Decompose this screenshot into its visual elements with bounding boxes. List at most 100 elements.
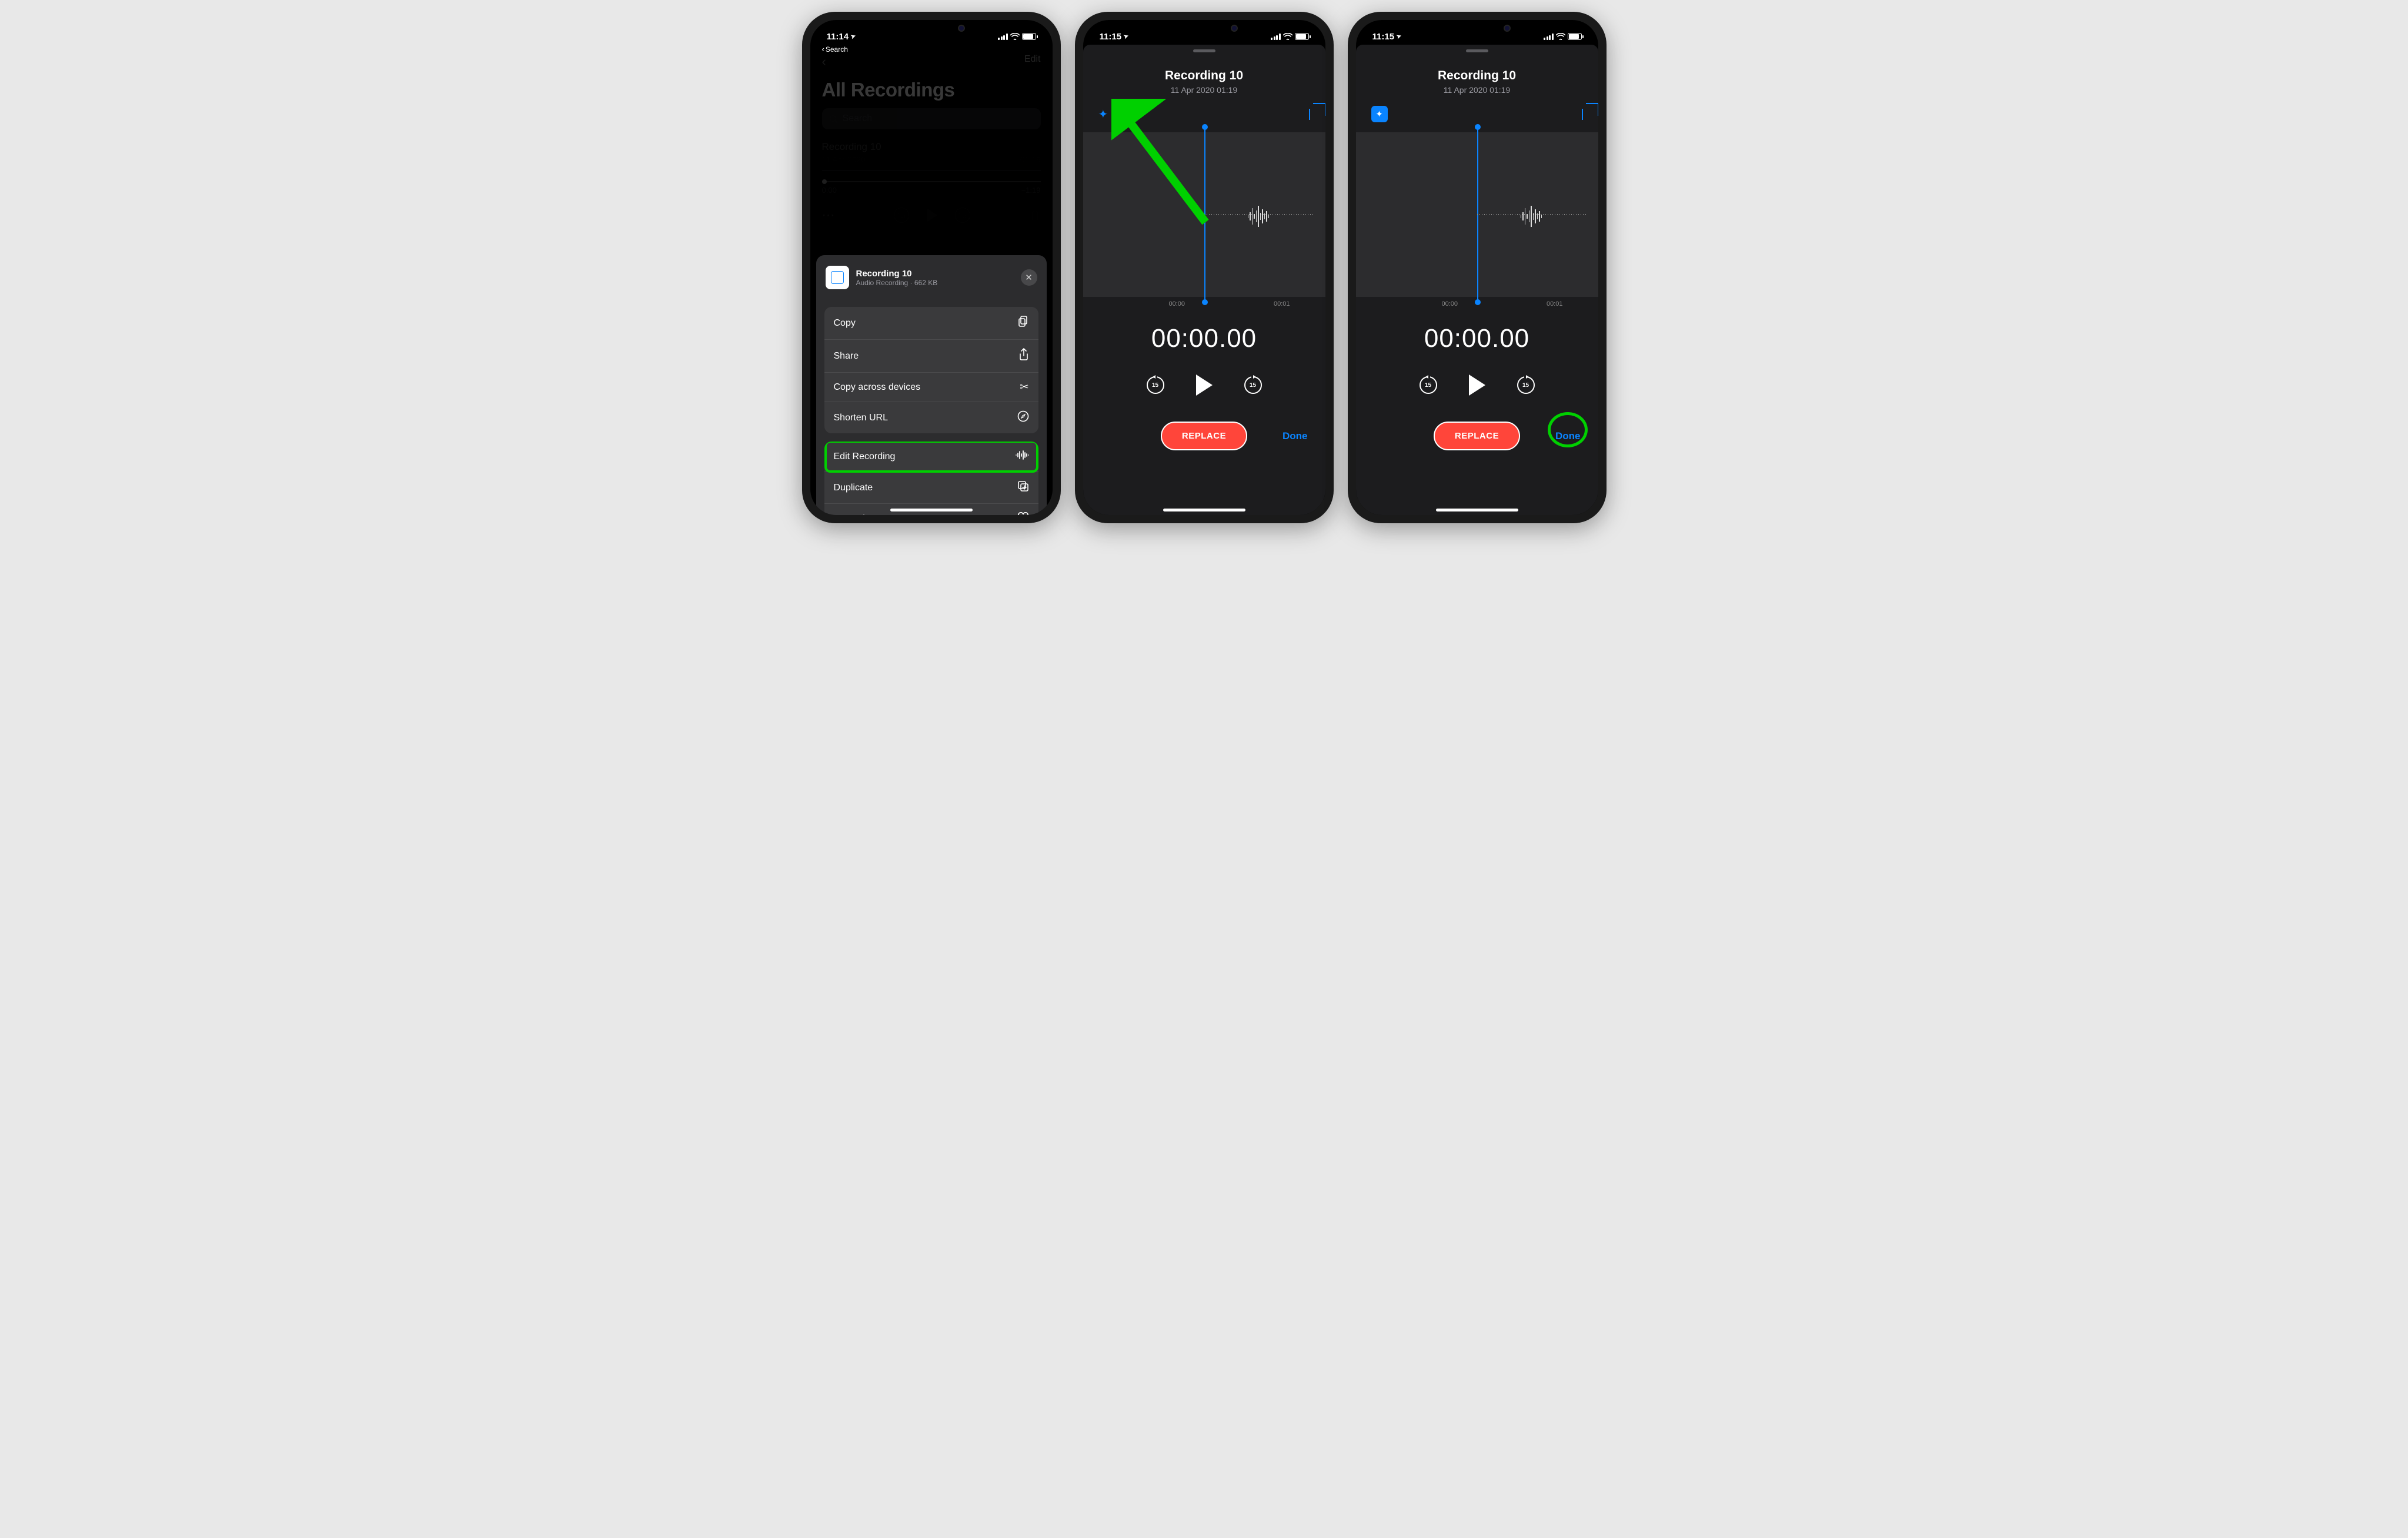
sheet-title: Recording 10 — [856, 269, 1014, 279]
sheet-actions-2: Edit Recording Duplicate Favourite — [824, 442, 1038, 515]
play-button[interactable] — [1469, 375, 1485, 396]
action-label: Copy — [834, 318, 856, 329]
time-display: 00:00.00 — [1356, 324, 1598, 353]
action-label: Duplicate — [834, 483, 873, 493]
action-copy-across[interactable]: Copy across devices ✂ — [824, 373, 1038, 402]
action-share[interactable]: Share — [824, 340, 1038, 373]
waveform-area[interactable] — [1083, 132, 1325, 297]
tick-label: 00:00 — [1442, 300, 1458, 307]
notch — [876, 20, 987, 36]
tick-label: 00:01 — [1547, 300, 1563, 307]
search-placeholder: Search — [843, 113, 873, 124]
scissors-icon: ✂ — [1020, 381, 1028, 393]
time-remaining: −1:19 — [1021, 186, 1041, 195]
phone-1: 11:14 ➤ ‹ Search ‹ Edit All Recordings S… — [802, 12, 1061, 523]
screen-2: 11:15 ➤ ‹ Search Recording 10 11 Apr 202… — [1083, 20, 1325, 515]
waveform-spikes — [1521, 205, 1542, 228]
waveform-area[interactable] — [1356, 132, 1598, 297]
home-indicator[interactable] — [1436, 509, 1518, 511]
skip-back-15-button[interactable]: 15 — [1147, 376, 1164, 394]
tick-label: 00:00 — [1169, 300, 1185, 307]
status-time: 11:15 — [1372, 32, 1395, 42]
recording-date: 11 Apr 2020 — [822, 155, 866, 164]
cellular-icon — [1271, 34, 1281, 40]
search-input[interactable]: Search — [822, 108, 1041, 129]
action-duplicate[interactable]: Duplicate — [824, 472, 1038, 504]
editor-panel: Recording 10 11 Apr 2020 01:19 ✦ 00:00 — [1356, 45, 1598, 515]
skip-back-15-button[interactable]: 15 — [1420, 376, 1437, 394]
action-label: Copy across devices — [834, 382, 921, 393]
sheet-actions: Copy Share Copy across devices ✂ Shorten… — [824, 307, 1038, 433]
share-sheet: Recording 10 Audio Recording · 662 KB ✕ … — [816, 255, 1047, 515]
action-edit-recording[interactable]: Edit Recording — [824, 442, 1038, 472]
status-time: 11:15 — [1100, 32, 1122, 42]
editor-panel: Recording 10 11 Apr 2020 01:19 ✦ 00:00 — [1083, 45, 1325, 515]
replace-button[interactable]: REPLACE — [1434, 422, 1520, 450]
sheet-thumbnail — [826, 266, 849, 289]
done-button[interactable]: Done — [1555, 430, 1581, 442]
recording-item[interactable]: Recording 10 11 Apr 2020 01:19 — [822, 129, 1041, 170]
play-button[interactable] — [1196, 375, 1213, 396]
skip-forward-15-button[interactable]: 15 — [1244, 376, 1262, 394]
crop-icon — [1582, 109, 1583, 120]
skip-forward-15-button[interactable]: 15 — [955, 208, 970, 223]
action-label: Favourite — [834, 514, 873, 516]
waveform-icon — [1015, 450, 1029, 463]
time-elapsed: 0:00 — [822, 186, 837, 195]
search-icon — [829, 115, 838, 123]
phone-2: 11:15 ➤ ‹ Search Recording 10 11 Apr 202… — [1075, 12, 1334, 523]
recording-title[interactable]: Recording 10 — [1083, 69, 1325, 83]
cellular-icon — [998, 34, 1008, 40]
crop-icon — [1309, 109, 1310, 120]
wifi-icon — [1010, 33, 1020, 40]
trim-button[interactable] — [1582, 109, 1583, 119]
action-copy[interactable]: Copy — [824, 307, 1038, 340]
play-button[interactable] — [927, 208, 937, 222]
screen-3: 11:15 ➤ ‹ Search Recording 10 11 Apr 202… — [1356, 20, 1598, 515]
recording-name: Recording 10 — [822, 141, 1041, 153]
enhance-button[interactable]: ✦ — [1098, 107, 1108, 122]
done-button[interactable]: Done — [1283, 430, 1308, 442]
cellular-icon — [1544, 34, 1554, 40]
waveform-spikes — [1248, 205, 1270, 228]
sheet-subtitle: Audio Recording · 662 KB — [856, 279, 1014, 287]
replace-button[interactable]: REPLACE — [1161, 422, 1247, 450]
notch — [1148, 20, 1260, 36]
close-button[interactable]: ✕ — [1021, 269, 1037, 286]
scrubber[interactable] — [822, 181, 1041, 182]
phone-3: 11:15 ➤ ‹ Search Recording 10 11 Apr 202… — [1348, 12, 1607, 523]
skip-forward-15-button[interactable]: 15 — [1517, 376, 1535, 394]
page-title: All Recordings — [822, 79, 1041, 101]
wifi-icon — [1283, 33, 1292, 40]
back-button[interactable]: ‹ — [822, 54, 826, 69]
location-icon: ➤ — [1395, 32, 1402, 40]
enhance-button-active[interactable]: ✦ — [1371, 106, 1388, 122]
action-shorten-url[interactable]: Shorten URL — [824, 402, 1038, 433]
battery-icon — [1022, 33, 1036, 40]
action-label: Shorten URL — [834, 413, 889, 423]
recording-duration: 01:19 — [1020, 155, 1040, 164]
trash-icon[interactable] — [1029, 209, 1041, 222]
safari-icon — [1017, 410, 1029, 425]
action-label: Edit Recording — [834, 452, 896, 462]
notch — [1421, 20, 1533, 36]
home-indicator[interactable] — [890, 509, 973, 511]
tick-label: 00:01 — [1274, 300, 1290, 307]
recording-title[interactable]: Recording 10 — [1356, 69, 1598, 83]
edit-button[interactable]: Edit — [1024, 54, 1041, 69]
action-label: Share — [834, 351, 859, 362]
screen-1: 11:14 ➤ ‹ Search ‹ Edit All Recordings S… — [810, 20, 1053, 515]
location-icon: ➤ — [1123, 32, 1130, 40]
heart-icon — [1017, 512, 1029, 515]
recording-meta: 11 Apr 2020 01:19 — [1356, 85, 1598, 95]
more-button[interactable]: ⋯ — [822, 208, 835, 223]
trim-button[interactable] — [1309, 109, 1310, 119]
share-icon — [1018, 348, 1029, 364]
battery-icon — [1568, 33, 1582, 40]
time-display: 00:00.00 — [1083, 324, 1325, 353]
skip-back-15-button[interactable]: 15 — [894, 208, 909, 223]
home-indicator[interactable] — [1163, 509, 1245, 511]
recording-meta: 11 Apr 2020 01:19 — [1083, 85, 1325, 95]
duplicate-icon — [1017, 480, 1029, 495]
wifi-icon — [1556, 33, 1565, 40]
